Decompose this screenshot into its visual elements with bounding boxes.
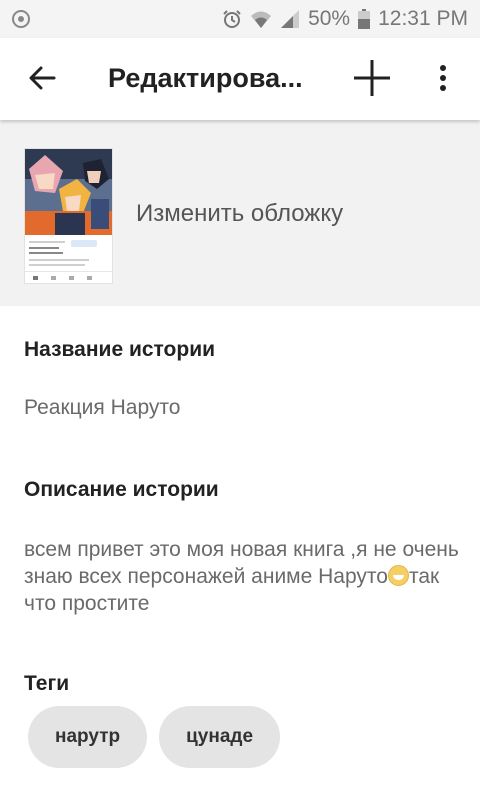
change-cover-label[interactable]: Изменить обложку [136, 200, 343, 228]
story-description-label: Описание истории [24, 478, 219, 501]
status-time: 12:31 PM [378, 7, 468, 30]
add-part-button[interactable] [350, 56, 394, 100]
change-cover-section[interactable]: Изменить обложку [0, 120, 480, 306]
more-options-button[interactable] [428, 58, 458, 98]
plus-icon [354, 60, 390, 96]
story-description-field[interactable]: всем привет это моя новая книга ,я не оч… [24, 536, 464, 617]
tags-list: нарутр цунаде [28, 706, 281, 768]
signal-icon [281, 10, 300, 28]
status-bar: 50% 12:31 PM [0, 0, 480, 38]
more-vert-icon [440, 65, 446, 91]
alarm-icon [223, 10, 241, 28]
status-indicators: 50% 12:31 PM [222, 6, 468, 32]
tag-chip[interactable]: цунаде [159, 706, 281, 768]
page-title: Редактирова... [108, 63, 303, 93]
chrome-icon [12, 10, 30, 28]
back-button[interactable] [22, 58, 62, 98]
wifi-icon [251, 11, 272, 28]
grin-emoji-icon [387, 565, 409, 586]
tag-chip[interactable]: нарутр [28, 706, 148, 768]
cover-thumbnail [24, 148, 113, 284]
cover-screenshot-card [25, 235, 112, 283]
tags-label: Теги [24, 672, 70, 695]
battery-percent: 50% [308, 7, 351, 30]
story-title-label: Название истории [24, 338, 216, 361]
cover-artwork [25, 149, 112, 235]
story-title-field[interactable]: Реакция Наруто [24, 396, 180, 420]
app-bar: Редактирова... [0, 38, 480, 120]
battery-icon [358, 9, 371, 29]
back-arrow-icon [29, 66, 56, 90]
